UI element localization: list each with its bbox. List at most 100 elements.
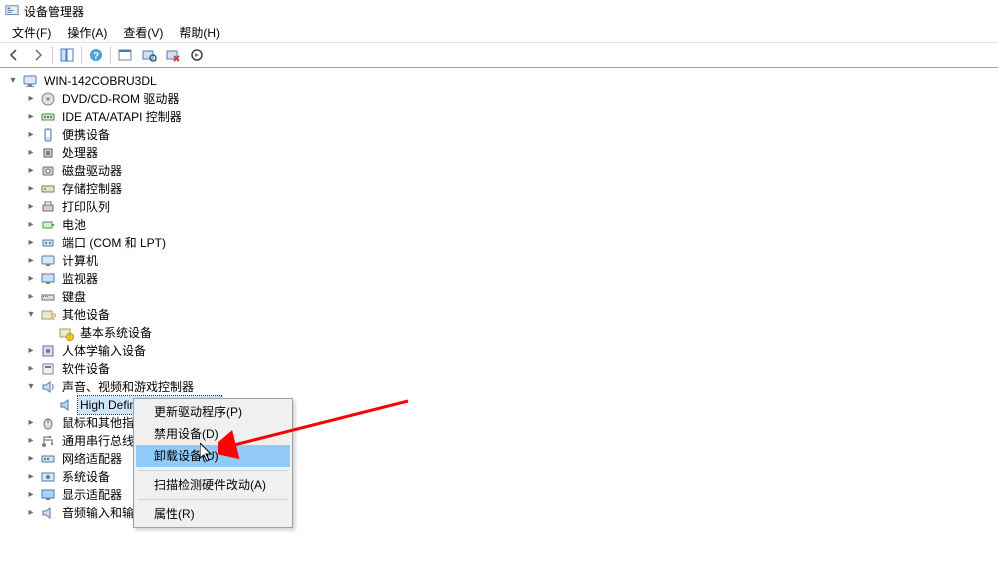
audio-icon: [40, 505, 56, 521]
tree-category[interactable]: ▸ 键盘: [6, 288, 998, 306]
cpu-icon: [40, 145, 56, 161]
usb-icon: [40, 433, 56, 449]
show-hide-tree-button[interactable]: [56, 44, 78, 66]
software-icon: [40, 361, 56, 377]
uninstall-button[interactable]: [162, 44, 184, 66]
chevron-down-icon[interactable]: ▾: [6, 74, 20, 88]
hid-icon: [40, 343, 56, 359]
keyboard-icon: [40, 289, 56, 305]
tree-root-label: WIN-142COBRU3DL: [42, 72, 159, 90]
menu-uninstall-device[interactable]: 卸载设备(U): [136, 445, 290, 467]
chevron-down-icon[interactable]: ▾: [24, 308, 38, 322]
chevron-right-icon[interactable]: ▸: [24, 344, 38, 358]
computer-icon: [22, 73, 38, 89]
tree-category[interactable]: ▸ 计算机: [6, 252, 998, 270]
chevron-right-icon[interactable]: ▸: [24, 488, 38, 502]
tree-category[interactable]: ▸ 监视器: [6, 270, 998, 288]
tree-category[interactable]: ▸软件设备: [6, 360, 998, 378]
chevron-right-icon[interactable]: ▸: [24, 272, 38, 286]
tree-category[interactable]: ▸ 处理器: [6, 144, 998, 162]
enable-button[interactable]: [186, 44, 208, 66]
chevron-right-icon[interactable]: ▸: [24, 290, 38, 304]
tree-category-label: 其他设备: [60, 306, 112, 324]
tree-category-label: 电池: [60, 216, 88, 234]
tree-category-label: 音频输入和输: [60, 504, 136, 522]
chevron-right-icon[interactable]: ▸: [24, 218, 38, 232]
tree-category[interactable]: ▸人体学输入设备: [6, 342, 998, 360]
chevron-right-icon[interactable]: ▸: [24, 182, 38, 196]
help-button[interactable]: ?: [85, 44, 107, 66]
toolbar: ?: [0, 42, 998, 68]
toolbar-separator: [81, 46, 82, 64]
tree-category[interactable]: ▸ 电池: [6, 216, 998, 234]
tree-category-label: 显示适配器: [60, 486, 124, 504]
window-title: 设备管理器: [24, 3, 84, 20]
menu-scan-hardware[interactable]: 扫描检测硬件改动(A): [136, 474, 290, 496]
chevron-right-icon[interactable]: ▸: [24, 146, 38, 160]
tree-category[interactable]: ▸DVD/CD-ROM 驱动器: [6, 90, 998, 108]
chevron-down-icon[interactable]: ▾: [24, 380, 38, 394]
chevron-right-icon[interactable]: ▸: [24, 416, 38, 430]
chevron-right-icon[interactable]: ▸: [24, 470, 38, 484]
menu-help[interactable]: 帮助(H): [171, 22, 228, 43]
chevron-right-icon[interactable]: ▸: [24, 200, 38, 214]
tree-category[interactable]: ▾声音、视频和游戏控制器: [6, 378, 998, 396]
tree-category[interactable]: ▸打印队列: [6, 198, 998, 216]
computer-icon: [40, 253, 56, 269]
speaker-icon: [58, 397, 74, 413]
chevron-right-icon[interactable]: ▸: [24, 254, 38, 268]
tree-category[interactable]: ▸存储控制器: [6, 180, 998, 198]
scan-hardware-button[interactable]: [138, 44, 160, 66]
other-icon: ?: [40, 307, 56, 323]
tree-device-label: 基本系统设备: [78, 324, 154, 342]
chevron-right-icon[interactable]: ▸: [24, 362, 38, 376]
tree-category-label: 鼠标和其他指: [60, 414, 136, 432]
printer-icon: [40, 199, 56, 215]
chevron-right-icon[interactable]: ▸: [24, 128, 38, 142]
tree-category-label: 便携设备: [60, 126, 112, 144]
chevron-right-icon[interactable]: ▸: [24, 452, 38, 466]
menu-view[interactable]: 查看(V): [115, 22, 171, 43]
chevron-right-icon[interactable]: ▸: [24, 434, 38, 448]
tree-category-label: 磁盘驱动器: [60, 162, 124, 180]
chevron-right-icon[interactable]: ▸: [24, 110, 38, 124]
chevron-right-icon[interactable]: ▸: [24, 506, 38, 520]
chevron-right-icon[interactable]: ▸: [24, 236, 38, 250]
battery-icon: [40, 217, 56, 233]
properties-button[interactable]: [114, 44, 136, 66]
tree-category[interactable]: ▸IDE ATA/ATAPI 控制器: [6, 108, 998, 126]
network-icon: [40, 451, 56, 467]
tree-category-label: 端口 (COM 和 LPT): [60, 234, 168, 252]
storage-icon: [40, 181, 56, 197]
tree-category-label: 计算机: [60, 252, 100, 270]
port-icon: [40, 235, 56, 251]
window-titlebar: 设备管理器: [0, 0, 998, 22]
menubar: 文件(F) 操作(A) 查看(V) 帮助(H): [0, 22, 998, 42]
unknown-icon: !: [58, 325, 74, 341]
menu-update-driver[interactable]: 更新驱动程序(P): [136, 401, 290, 423]
tree-category[interactable]: ▸ 端口 (COM 和 LPT): [6, 234, 998, 252]
tree-category-label: 监视器: [60, 270, 100, 288]
tree-category-label: 处理器: [60, 144, 100, 162]
chevron-right-icon[interactable]: ▸: [24, 164, 38, 178]
chevron-right-icon[interactable]: ▸: [24, 92, 38, 106]
tree-category[interactable]: ▸ 便携设备: [6, 126, 998, 144]
svg-text:?: ?: [51, 312, 56, 322]
spacer: [42, 326, 56, 340]
tree-category[interactable]: ▸ 磁盘驱动器: [6, 162, 998, 180]
menu-file[interactable]: 文件(F): [4, 22, 59, 43]
menu-disable-device[interactable]: 禁用设备(D): [136, 423, 290, 445]
tree-device[interactable]: !基本系统设备: [6, 324, 998, 342]
nav-back-button[interactable]: [3, 44, 25, 66]
context-menu: 更新驱动程序(P) 禁用设备(D) 卸载设备(U) 扫描检测硬件改动(A) 属性…: [133, 398, 293, 528]
tree-root[interactable]: ▾ WIN-142COBRU3DL: [6, 72, 998, 90]
menu-properties[interactable]: 属性(R): [136, 503, 290, 525]
menu-separator: [138, 470, 288, 471]
tree-category-label: 键盘: [60, 288, 88, 306]
menu-action[interactable]: 操作(A): [59, 22, 115, 43]
menu-separator: [138, 499, 288, 500]
disk-icon: [40, 163, 56, 179]
tree-category[interactable]: ▾? 其他设备: [6, 306, 998, 324]
svg-text:?: ?: [93, 51, 99, 62]
nav-forward-button[interactable]: [27, 44, 49, 66]
